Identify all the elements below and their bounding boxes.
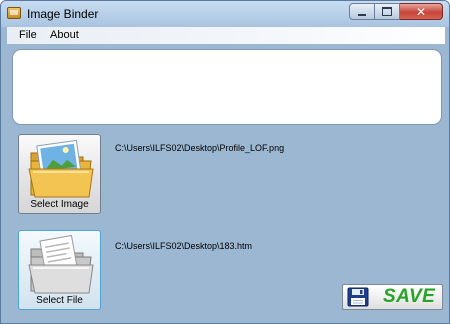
select-file-button[interactable]: Select File [18, 230, 101, 310]
select-file-label: Select File [36, 295, 83, 306]
floppy-disk-icon [347, 287, 369, 307]
title-bar[interactable]: Image Binder ✕ [1, 1, 449, 27]
preview-panel [12, 49, 442, 125]
menu-about[interactable]: About [50, 29, 79, 41]
close-icon: ✕ [415, 4, 427, 19]
window-title: Image Binder [27, 7, 99, 21]
save-button[interactable]: SAVE [342, 284, 443, 310]
close-button[interactable]: ✕ [400, 3, 443, 20]
file-path-text: C:\Users\ILFS02\Desktop\183.htm [115, 241, 253, 251]
maximize-button[interactable] [375, 3, 400, 20]
app-icon [7, 7, 21, 19]
select-image-button[interactable]: Select Image [18, 134, 101, 214]
app-window: Image Binder ✕ File About Select Image C… [0, 0, 450, 324]
menu-bar: File About [7, 27, 445, 44]
file-folder-icon [28, 235, 94, 294]
maximize-icon [382, 7, 392, 16]
menu-file[interactable]: File [19, 29, 37, 41]
minimize-button[interactable] [349, 3, 375, 20]
select-image-label: Select Image [30, 199, 89, 210]
save-label: SAVE [383, 286, 436, 307]
image-folder-icon [28, 139, 94, 198]
minimize-icon [358, 13, 366, 16]
image-path-text: C:\Users\ILFS02\Desktop\Profile_LOF.png [115, 143, 285, 153]
window-controls: ✕ [349, 3, 443, 21]
